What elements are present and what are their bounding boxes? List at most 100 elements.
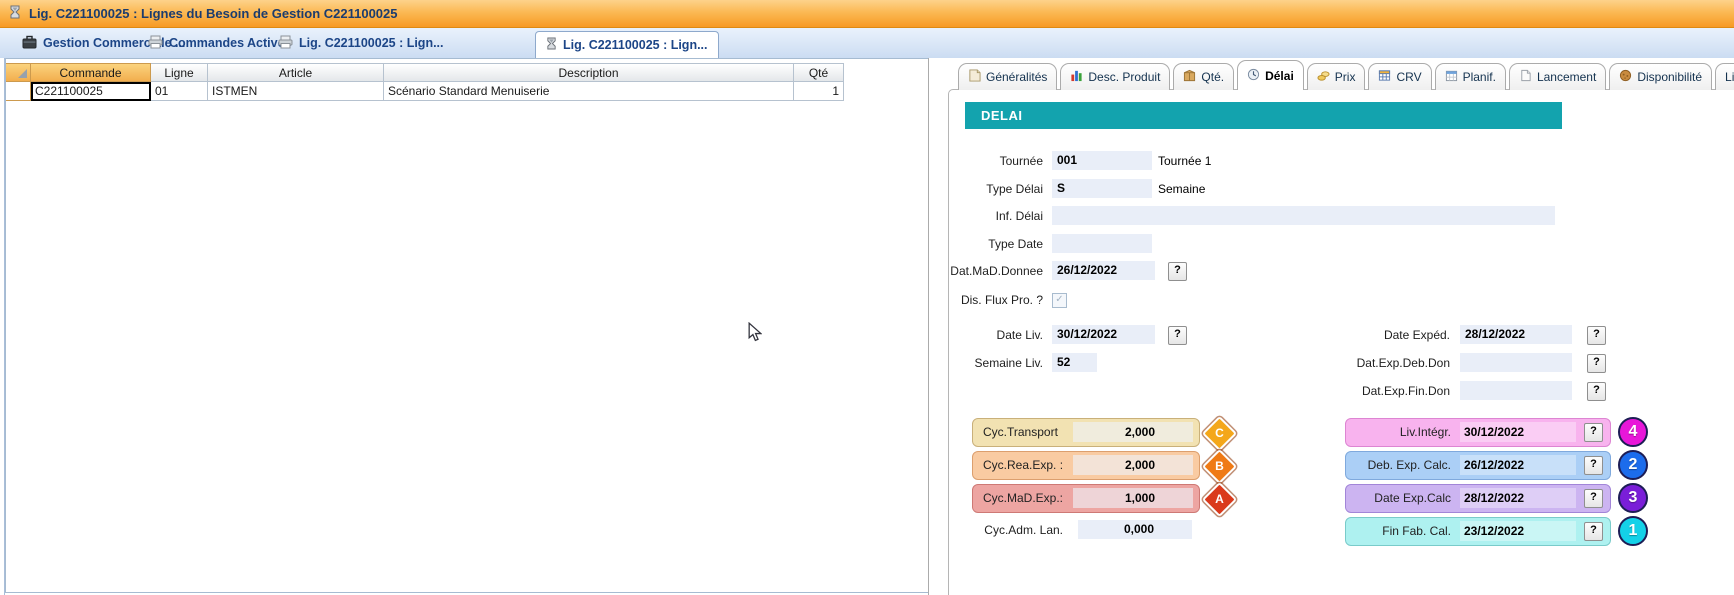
help-button[interactable]: ?	[1587, 326, 1606, 345]
window-titlebar: Lig. C221100025 : Lignes du Besoin de Ge…	[0, 0, 1734, 28]
col-header-commande[interactable]: Commande	[31, 63, 151, 82]
field-label: Dat.MaD.Donnee	[940, 261, 1043, 281]
row-selector[interactable]	[6, 82, 31, 101]
cyc-adm-lan-input[interactable]: 0,000	[1078, 520, 1192, 539]
semaine-liv-input[interactable]: 52	[1052, 353, 1097, 372]
corner-triangle-icon	[18, 69, 27, 78]
tab-disponibilite[interactable]: Disponibilité	[1609, 63, 1712, 90]
hourglass-icon	[9, 5, 21, 22]
col-header-qte[interactable]: Qté	[794, 63, 844, 82]
tab-delai[interactable]: Délai	[1237, 60, 1304, 90]
tab-generalites[interactable]: Généralités	[958, 63, 1057, 90]
calc-date-label: Liv.Intégr.	[1346, 419, 1451, 445]
date-liv-input[interactable]: 30/12/2022	[1052, 325, 1155, 344]
cookie-icon	[1619, 69, 1632, 85]
type-date-input[interactable]	[1052, 234, 1152, 253]
field-row-type-delai: Type Délai S Semaine	[940, 179, 1734, 199]
tab-commandes-actives[interactable]: Commandes Actives	[148, 28, 292, 58]
table-corner-selector[interactable]	[6, 63, 31, 82]
dat-exp-deb-don-input[interactable]	[1460, 353, 1572, 372]
cycle-mad-exp-value[interactable]: 1,000	[1073, 488, 1193, 508]
tab-lancement[interactable]: Lancement	[1509, 63, 1606, 90]
tab-planif[interactable]: Planif.	[1435, 63, 1506, 90]
detail-tabstrip: Généralités Desc. Produit Qté. Délai Pri…	[958, 60, 1734, 90]
field-label: Date Liv.	[940, 325, 1043, 345]
tab-qte[interactable]: Qté.	[1173, 63, 1234, 90]
help-button[interactable]: ?	[1587, 382, 1606, 401]
cell-description[interactable]: Scénario Standard Menuiserie	[384, 82, 794, 101]
help-button[interactable]: ?	[1584, 456, 1603, 475]
col-header-description[interactable]: Description	[384, 63, 794, 82]
col-header-ligne[interactable]: Ligne	[151, 63, 208, 82]
help-button[interactable]: ?	[1584, 423, 1603, 442]
tab-label: Lig. C221100025 : Lign...	[563, 38, 708, 52]
tab-label: Lancement	[1537, 70, 1596, 84]
tab-crv[interactable]: CRV	[1368, 63, 1431, 90]
box-icon	[1183, 69, 1196, 85]
calc-date-row-liv-integr: Liv.Intégr. 30/12/2022 ? 4	[1345, 418, 1611, 447]
step-badge-1: 1	[1618, 516, 1648, 546]
step-badge-2: 2	[1618, 450, 1648, 480]
field-label: Dat.Exp.Fin.Don	[1240, 381, 1450, 401]
help-button[interactable]: ?	[1584, 489, 1603, 508]
field-row-semaine-liv: Semaine Liv. 52 Dat.Exp.Deb.Don ?	[940, 353, 1734, 373]
hourglass-icon	[546, 37, 557, 53]
field-label: Tournée	[940, 151, 1043, 171]
step-badge-3: 3	[1618, 483, 1648, 513]
cell-commande[interactable]: C221100025	[31, 82, 151, 101]
calc-date-row-fin-fab-cal: Fin Fab. Cal. 23/12/2022 ? 1	[1345, 517, 1611, 546]
type-delai-input[interactable]: S	[1052, 179, 1152, 198]
clock-icon	[1247, 68, 1260, 84]
col-header-article[interactable]: Article	[208, 63, 384, 82]
step-badge-4: 4	[1618, 417, 1648, 447]
page-icon	[1519, 69, 1532, 85]
calc-date-label: Deb. Exp. Calc.	[1346, 452, 1451, 478]
chart-icon	[1070, 69, 1083, 85]
cycle-transport-value[interactable]: 2,000	[1073, 422, 1193, 442]
help-button[interactable]: ?	[1584, 522, 1603, 541]
help-button[interactable]: ?	[1168, 262, 1187, 281]
field-label: Type Délai	[940, 179, 1043, 199]
cell-ligne[interactable]: 01	[151, 82, 208, 101]
field-row-dat-mad-donnee: Dat.MaD.Donnee 26/12/2022 ?	[940, 261, 1734, 281]
tab-lig-active[interactable]: Lig. C221100025 : Lign...	[535, 31, 719, 58]
tab-label: Généralités	[986, 70, 1047, 84]
help-button[interactable]: ?	[1587, 354, 1606, 373]
tab-label: Prix	[1335, 70, 1356, 84]
field-row-date-liv: Date Liv. 30/12/2022 ? Date Expéd. 28/12…	[940, 325, 1734, 345]
cell-qte[interactable]: 1	[794, 82, 844, 101]
grid-icon	[1378, 69, 1391, 85]
note-icon	[968, 69, 981, 85]
tournee-input[interactable]: 001	[1052, 151, 1152, 170]
help-button[interactable]: ?	[1168, 326, 1187, 345]
tab-desc-produit[interactable]: Desc. Produit	[1060, 63, 1170, 90]
field-row-inf-delai: Inf. Délai	[940, 206, 1734, 226]
cycle-label: Cyc.Rea.Exp. :	[983, 452, 1063, 478]
field-label: Dat.Exp.Deb.Don	[1240, 353, 1450, 373]
field-label: Cyc.Adm. Lan.	[940, 520, 1063, 540]
date-exped-input[interactable]: 28/12/2022	[1460, 325, 1572, 344]
tab-lig-inactive[interactable]: Lig. C221100025 : Lign...	[278, 28, 444, 58]
order-lines-table: Commande Ligne Article Description Qté C…	[6, 63, 845, 101]
tab-label: CRV	[1396, 70, 1421, 84]
inf-delai-input[interactable]	[1052, 206, 1555, 225]
cycle-rea-exp-value[interactable]: 2,000	[1073, 455, 1193, 475]
tab-lig-truncated[interactable]: Lig	[1715, 63, 1734, 90]
tab-label: Lig	[1725, 70, 1734, 84]
calc-date-label: Fin Fab. Cal.	[1346, 518, 1451, 544]
dis-flux-pro-checkbox[interactable]: ✓	[1052, 293, 1067, 308]
date-exp-calc-value[interactable]: 28/12/2022	[1460, 488, 1576, 508]
field-label: Date Expéd.	[1240, 325, 1450, 345]
cell-article[interactable]: ISTMEN	[208, 82, 384, 101]
field-row-dis-flux-pro: Dis. Flux Pro. ? ✓	[940, 290, 1734, 310]
dat-exp-fin-don-input[interactable]	[1460, 381, 1572, 400]
liv-integr-value[interactable]: 30/12/2022	[1460, 422, 1576, 442]
main-area: Commande Ligne Article Description Qté C…	[0, 58, 1734, 595]
deb-exp-calc-value[interactable]: 26/12/2022	[1460, 455, 1576, 475]
fin-fab-cal-value[interactable]: 23/12/2022	[1460, 521, 1576, 541]
dat-mad-donnee-input[interactable]: 26/12/2022	[1052, 261, 1155, 280]
table-row[interactable]: C221100025 01 ISTMEN Scénario Standard M…	[6, 82, 845, 101]
field-row-type-date: Type Date	[940, 234, 1734, 254]
tab-prix[interactable]: Prix	[1307, 63, 1366, 90]
field-label: Dis. Flux Pro. ?	[940, 290, 1043, 310]
